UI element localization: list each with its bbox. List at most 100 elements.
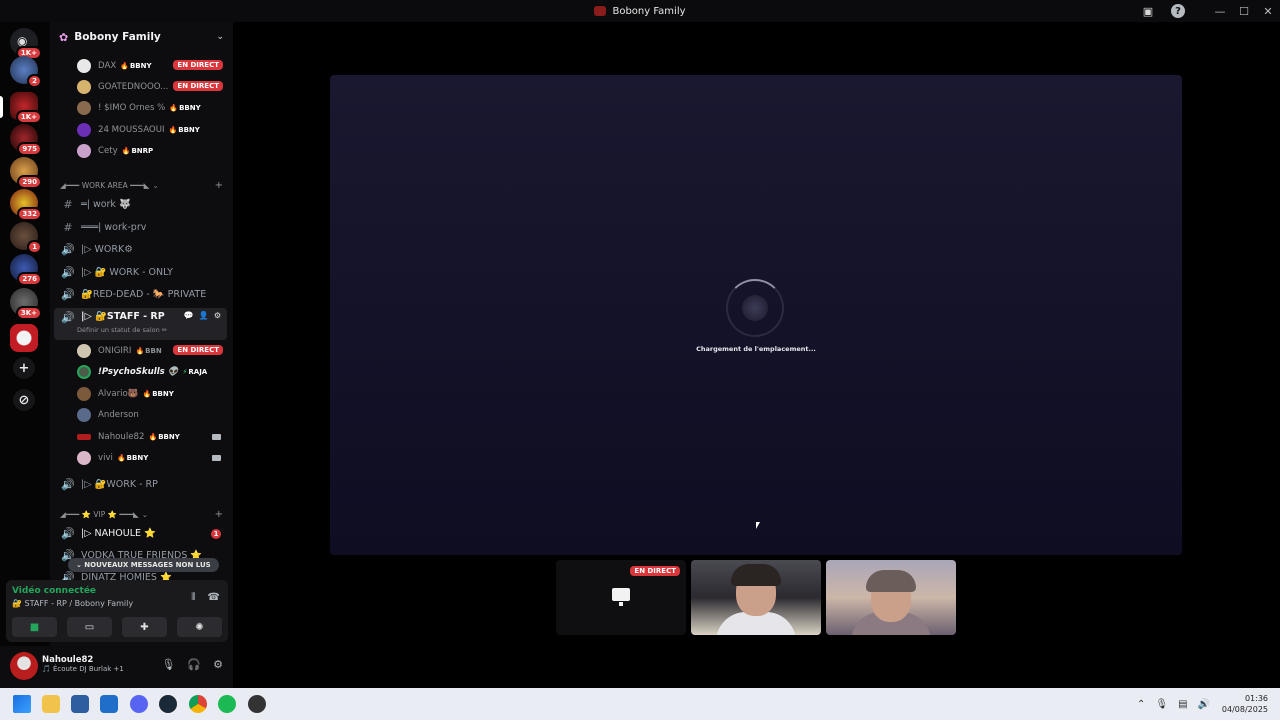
- chat-icon[interactable]: 💬: [184, 311, 194, 320]
- channel-worko[interactable]: 🔊 |▷ WORK⚙: [60, 240, 133, 258]
- screen-share-button[interactable]: ▭: [67, 617, 112, 637]
- help-icon[interactable]: ?: [1166, 0, 1190, 22]
- channel-work-prv[interactable]: # ═══| work-prv: [60, 218, 146, 236]
- notification-badge: 1: [27, 240, 42, 254]
- stream-view[interactable]: Chargement de l'emplacement...: [330, 75, 1182, 555]
- live-badge[interactable]: EN DIRECT: [173, 81, 223, 91]
- avatar: [77, 123, 91, 137]
- clock[interactable]: 01:36 04/08/2025: [1222, 693, 1268, 715]
- channel-work[interactable]: # ═| work 🐺: [60, 195, 130, 213]
- server-icon[interactable]: 975: [10, 124, 42, 156]
- new-unread-messages-button[interactable]: ⌄ NOUVEAUX MESSAGES NON LUS: [68, 558, 219, 572]
- channel-status[interactable]: Définir un statut de salon ✏: [77, 326, 167, 334]
- network-icon[interactable]: ▤: [1178, 699, 1187, 710]
- minimize-button[interactable]: —: [1208, 0, 1232, 22]
- server-icon: [594, 6, 607, 16]
- soundboard-button[interactable]: ✺: [177, 617, 222, 637]
- user-status: 🎵 Écoute DJ Burlak +1: [42, 665, 124, 673]
- server-icon[interactable]: 2: [10, 56, 42, 88]
- microphone-icon[interactable]: 🎙: [161, 658, 175, 671]
- invite-icon[interactable]: 👤: [199, 311, 209, 320]
- file-explorer-icon[interactable]: [42, 695, 60, 713]
- channel-work-rp[interactable]: 🔊 |▷ 🔐WORK - RP: [60, 475, 158, 493]
- server-header[interactable]: ✿ Bobony Family ⌄: [50, 22, 233, 52]
- add-channel-icon[interactable]: +: [215, 180, 223, 191]
- voice-connection-panel: Vidéo connectée 🔐 STAFF - RP / Bobony Fa…: [6, 580, 228, 642]
- channel-staff-rp[interactable]: 🔊 |▷ 🔐STAFF - RP Définir un statut de sa…: [54, 308, 227, 340]
- category-work-area[interactable]: ◢━━━ WORK AREA ━━━◣ ⌄ +: [60, 179, 223, 191]
- server-icon-bobony[interactable]: 1K+: [10, 92, 42, 124]
- screen-share-tile[interactable]: EN DIRECT: [556, 560, 686, 635]
- discover-icon[interactable]: ⊘: [13, 389, 35, 411]
- maximize-button[interactable]: ☐: [1232, 0, 1256, 22]
- microphone-icon[interactable]: 🎙: [1155, 699, 1168, 710]
- voice-status[interactable]: Vidéo connectée: [12, 586, 96, 596]
- server-folder[interactable]: 3K+: [10, 288, 42, 320]
- noise-suppression-icon[interactable]: ⦀: [191, 592, 195, 603]
- tag-label: BBNY: [126, 454, 149, 462]
- server-icon[interactable]: 276: [10, 254, 42, 286]
- channel-label: |▷ NAHOULE ⭐: [81, 527, 156, 539]
- add-server-button[interactable]: +: [13, 357, 35, 379]
- chevron-down-icon: ⌄: [141, 509, 149, 519]
- gear-icon[interactable]: ⚙: [213, 658, 223, 671]
- chevron-up-icon[interactable]: ⌃: [1137, 699, 1145, 710]
- volume-icon[interactable]: 🔊: [1198, 699, 1210, 710]
- windows-start-icon[interactable]: [13, 695, 31, 713]
- live-badge[interactable]: EN DIRECT: [173, 60, 223, 70]
- app-icon[interactable]: [248, 695, 266, 713]
- voice-user[interactable]: Cety 🔥BNRP: [77, 142, 153, 160]
- channel-work-only[interactable]: 🔊 |▷ 🔐 WORK - ONLY: [60, 263, 173, 281]
- voice-user[interactable]: Nahoule82 🔥BBNY: [77, 428, 180, 446]
- direct-messages-button[interactable]: ◉ 1K+: [10, 28, 42, 60]
- inbox-icon[interactable]: ▣: [1136, 0, 1160, 22]
- disconnect-icon[interactable]: ☎: [208, 592, 220, 603]
- voice-user[interactable]: Anderson: [77, 406, 139, 424]
- gear-icon[interactable]: ⚙: [214, 311, 221, 320]
- avatar[interactable]: [10, 652, 38, 680]
- avatar: [77, 434, 91, 440]
- steam-icon[interactable]: [159, 695, 177, 713]
- close-button[interactable]: ✕: [1256, 0, 1280, 22]
- voice-controls: ⦀ ☎: [191, 592, 220, 603]
- voice-user[interactable]: 24 MOUSSAOUI 🔥BBNY: [77, 121, 200, 139]
- user-tag: 🔥BBNY: [116, 454, 149, 462]
- headphones-icon[interactable]: 🎧: [187, 658, 201, 671]
- user-name: !PsychoSkulls 👽: [98, 367, 179, 377]
- channel-red-dead[interactable]: 🔊 🔐RED-DEAD - 🐎 PRIVATE: [60, 285, 206, 303]
- live-badge[interactable]: EN DIRECT: [173, 345, 223, 355]
- mouse-cursor: [756, 522, 760, 529]
- live-badge: EN DIRECT: [630, 566, 680, 576]
- server-icon[interactable]: 1: [10, 222, 42, 254]
- text-channel-icon: #: [63, 220, 73, 234]
- discord-icon[interactable]: [130, 695, 148, 713]
- user-name[interactable]: Nahoule82: [42, 655, 93, 665]
- outlook-icon[interactable]: [100, 695, 118, 713]
- voice-user[interactable]: vivi 🔥BBNY: [77, 449, 148, 467]
- voice-channel-icon: 🔊: [61, 265, 75, 279]
- server-icon[interactable]: [10, 324, 38, 352]
- user-tag: 🔥BBNY: [148, 433, 180, 441]
- voice-user[interactable]: Alvario🐻 🔥BBNY: [77, 385, 174, 403]
- store-icon[interactable]: [71, 695, 89, 713]
- server-icon[interactable]: 332: [10, 189, 42, 221]
- category-vip[interactable]: ◢━━━ ⭐ VIP ⭐ ━━━◣ ⌄ +: [60, 508, 223, 520]
- add-channel-icon[interactable]: +: [215, 509, 223, 520]
- camera-button[interactable]: ■: [12, 617, 57, 637]
- notification-badge: 3K+: [15, 306, 42, 320]
- activity-button[interactable]: ✚: [122, 617, 167, 637]
- voice-user[interactable]: ONIGIRI 🔥BBN: [77, 342, 162, 360]
- video-tile[interactable]: [826, 560, 956, 635]
- voice-user[interactable]: DAX 🔥BBNY: [77, 57, 152, 75]
- voice-channel-path[interactable]: 🔐 STAFF - RP / Bobony Family: [12, 599, 133, 608]
- server-icon[interactable]: 290: [10, 157, 42, 189]
- chrome-icon[interactable]: [189, 695, 207, 713]
- voice-user-speaking[interactable]: !PsychoSkulls 👽 ⚡RAJA: [77, 363, 207, 381]
- notification-badge: 290: [17, 175, 42, 189]
- channel-nahoule[interactable]: 🔊 |▷ NAHOULE ⭐: [60, 524, 156, 542]
- voice-user[interactable]: GOATEDNOOO...: [77, 78, 168, 96]
- voice-channel-icon: 🔊: [61, 526, 75, 540]
- video-tile[interactable]: [691, 560, 821, 635]
- voice-user[interactable]: ! $IMO Ornes % 🔥BBNY: [77, 99, 201, 117]
- spotify-icon[interactable]: [218, 695, 236, 713]
